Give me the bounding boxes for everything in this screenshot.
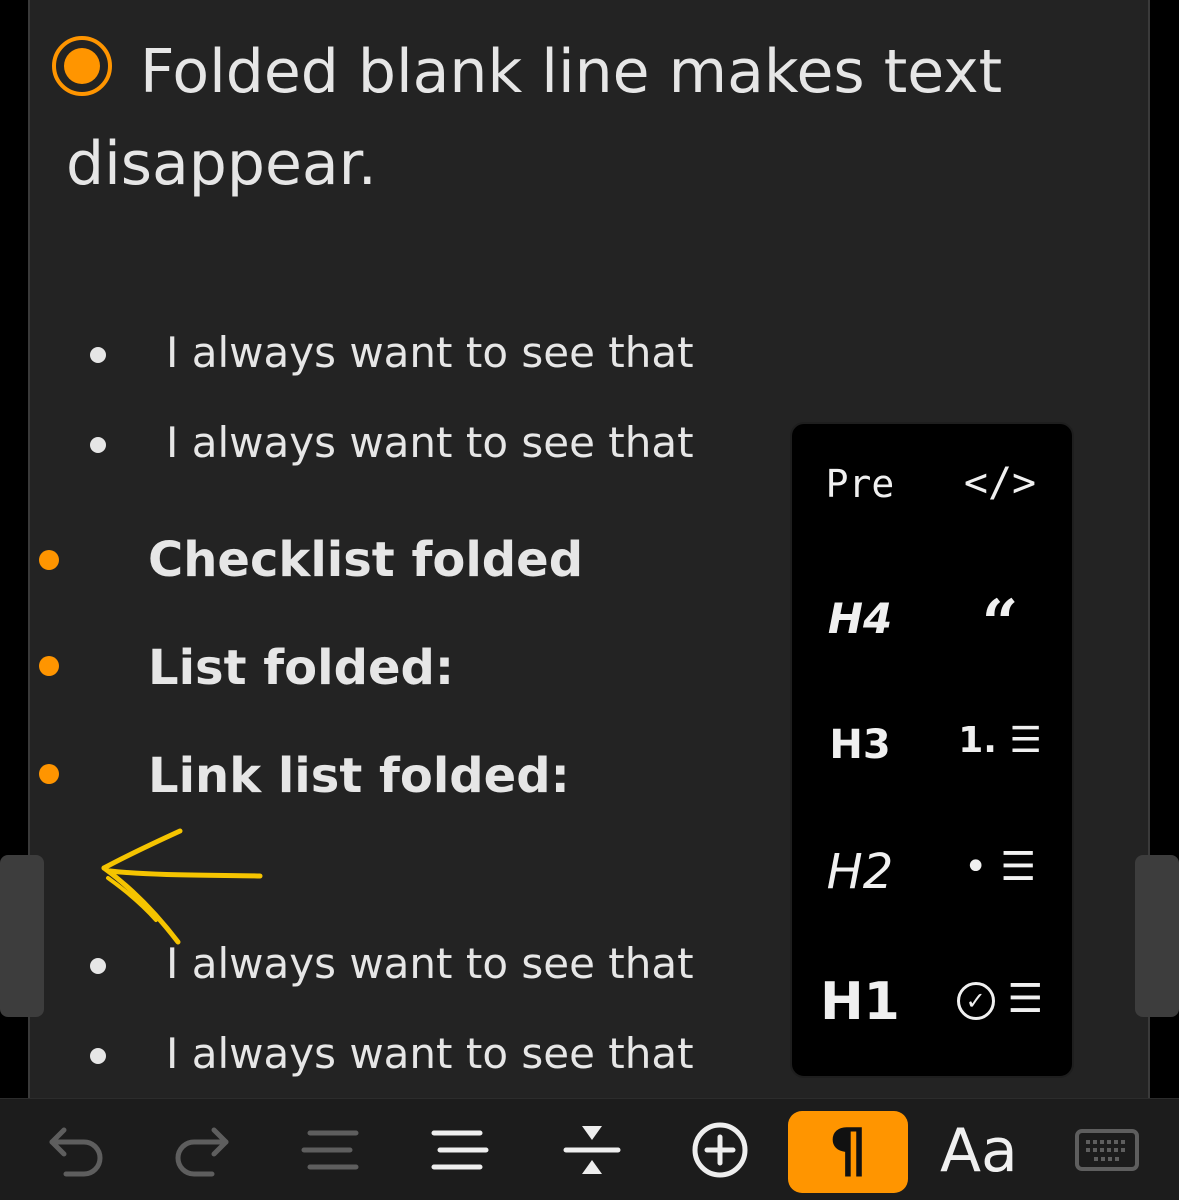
preformatted-button[interactable]: Pre [800,462,920,506]
fold-indicator-icon[interactable] [39,764,59,784]
bullet-icon [90,437,106,453]
left-side-handle[interactable] [0,855,44,1017]
list-lines-icon: ☰ [1000,844,1037,890]
checklist-button[interactable]: ✓ ☰ [940,976,1060,1022]
fold-indicator-icon[interactable] [39,550,59,570]
note-title[interactable]: Folded blank line makes text disappear. [66,26,1046,210]
bullet-list-label: • [963,844,988,890]
paragraph-format-popup: Pre </> H4 “ H3 1. ☰ H2 • ☰ H1 ✓ ☰ [790,422,1074,1078]
keyboard-icon[interactable] [1072,1117,1142,1183]
add-icon[interactable] [688,1117,752,1183]
h3-button[interactable]: H3 [800,722,920,768]
bullet-icon [90,1048,106,1064]
undo-icon[interactable] [40,1117,110,1183]
editor-toolbar: ¶ Aa [0,1098,1179,1200]
arrow-annotation-icon [101,828,263,945]
bullet-icon [90,958,106,974]
list-item[interactable]: I always want to see that [166,418,694,467]
indent-icon[interactable] [428,1117,492,1183]
collapse-icon[interactable] [560,1117,624,1183]
list-lines-icon: ☰ [1009,720,1042,761]
list-lines-icon: ☰ [1007,976,1044,1022]
redo-icon[interactable] [168,1117,238,1183]
folded-heading-link-list[interactable]: Link list folded: [148,748,570,804]
folded-heading-checklist[interactable]: Checklist folded [148,532,583,588]
outdent-icon[interactable] [298,1117,362,1183]
code-button[interactable]: </> [940,460,1060,506]
bullet-icon [90,347,106,363]
text-style-button[interactable]: Aa [940,1113,1018,1189]
numbered-list-button[interactable]: 1. ☰ [940,720,1060,761]
check-circle-icon: ✓ [956,982,995,1020]
h1-button[interactable]: H1 [800,972,920,1032]
h2-button[interactable]: H2 [800,844,920,900]
list-item[interactable]: I always want to see that [166,328,694,377]
fold-indicator-icon[interactable] [39,656,59,676]
quote-button[interactable]: “ [940,586,1060,661]
bullet-list-button[interactable]: • ☰ [940,844,1060,890]
list-item[interactable]: I always want to see that [166,1029,694,1078]
text-style-label: Aa [940,1116,1018,1186]
right-side-handle[interactable] [1135,855,1179,1017]
numbered-list-label: 1. [958,720,997,761]
list-item[interactable]: I always want to see that [166,939,694,988]
paragraph-button[interactable]: ¶ [788,1111,908,1193]
folded-heading-list[interactable]: List folded: [148,640,454,696]
h4-button[interactable]: H4 [800,594,920,643]
